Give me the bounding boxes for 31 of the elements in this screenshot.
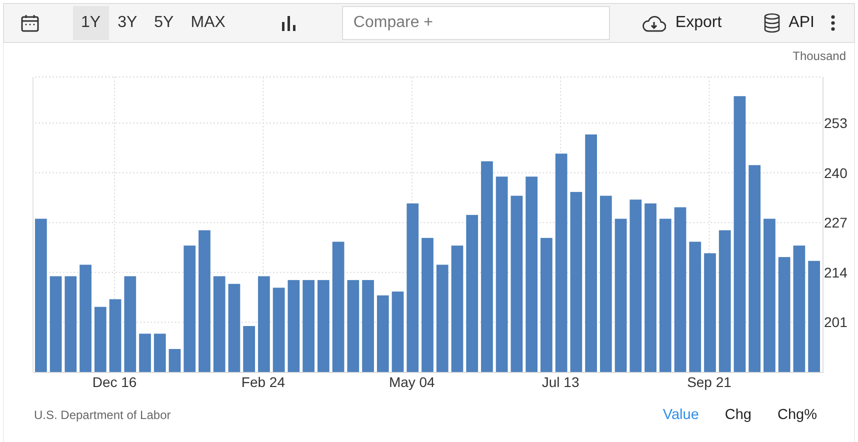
compare-field[interactable]: Compare +: [342, 6, 610, 40]
range-tab[interactable]: 1Y: [73, 6, 109, 40]
range-tab[interactable]: 5Y: [146, 6, 182, 40]
x-axis-label: Sep 21: [687, 374, 732, 390]
source-text: U.S. Department of Labor: [34, 408, 171, 422]
range-tab[interactable]: MAX: [182, 6, 234, 40]
x-axis-label: Feb 24: [241, 374, 286, 390]
bar-chart-icon[interactable]: [282, 16, 296, 30]
view-tab[interactable]: Chg: [714, 407, 762, 423]
y-axis-label: 214: [824, 264, 848, 280]
bar: [243, 326, 256, 372]
api-button[interactable]: API: [760, 6, 818, 40]
database-icon: [764, 13, 780, 33]
more-icon[interactable]: [831, 15, 835, 31]
y-axis-label: 201: [824, 314, 848, 330]
cloud-download-icon: [642, 14, 666, 32]
bar: [154, 334, 166, 372]
bar: [94, 306, 106, 372]
x-axis-label: May 04: [388, 374, 435, 390]
calendar-icon[interactable]: [21, 14, 39, 32]
bar: [139, 334, 151, 372]
view-tab[interactable]: Chg%: [766, 407, 828, 423]
range-tab[interactable]: 3Y: [110, 6, 146, 40]
y-axis-label: 240: [824, 164, 848, 181]
unit-label: Thousand: [792, 49, 846, 63]
x-axis-label: Dec 16: [92, 374, 137, 390]
y-axis-label: 227: [824, 214, 848, 231]
export-button[interactable]: Export: [638, 6, 726, 40]
x-axis-label: Jul 13: [542, 374, 580, 390]
bar: [168, 349, 181, 372]
y-axis-label: 253: [824, 114, 848, 131]
